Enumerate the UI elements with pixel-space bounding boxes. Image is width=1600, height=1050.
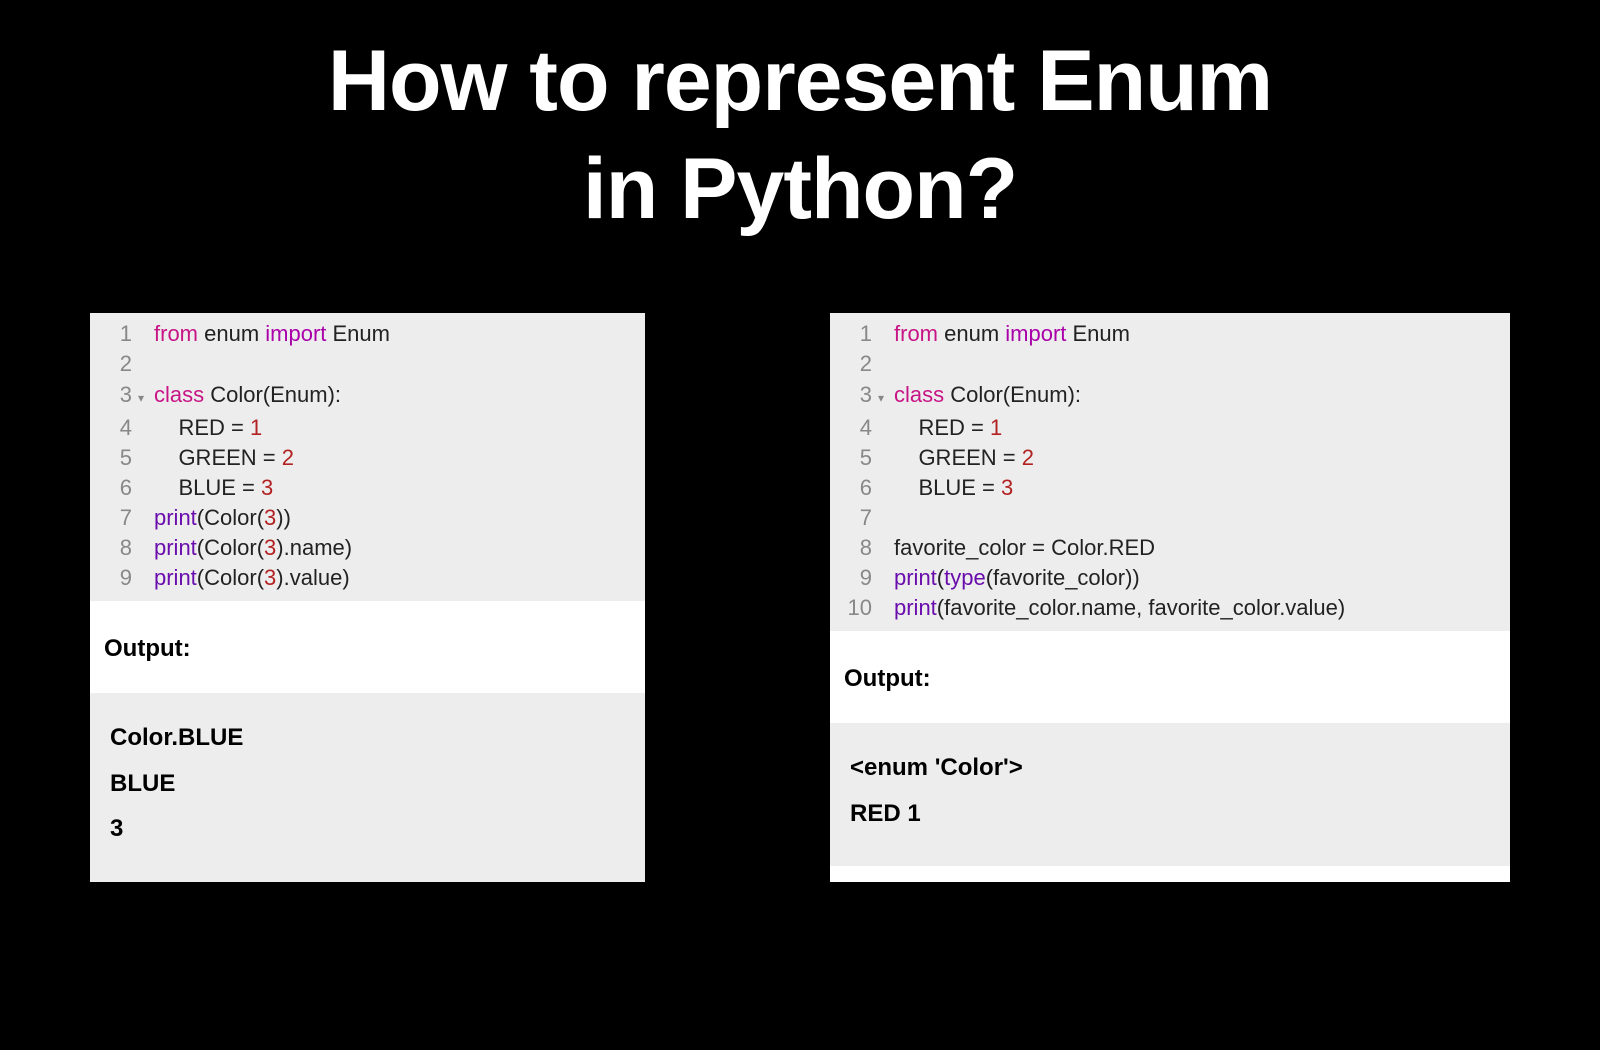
fold-icon: ▾ xyxy=(138,379,154,413)
code-text: print(Color(3).value) xyxy=(154,563,350,593)
code-line: 10 print(favorite_color.name, favorite_co… xyxy=(830,593,1510,623)
code-text: BLUE = 3 xyxy=(154,473,273,503)
code-line: 5 GREEN = 2 xyxy=(830,443,1510,473)
code-line: 6 BLUE = 3 xyxy=(830,473,1510,503)
fold-icon xyxy=(138,521,154,525)
code-text: favorite_color = Color.RED xyxy=(894,533,1155,563)
code-line: 3▾class Color(Enum): xyxy=(830,379,1510,413)
line-number: 7 xyxy=(830,503,878,533)
code-line: 4 RED = 1 xyxy=(90,413,645,443)
code-line: 6 BLUE = 3 xyxy=(90,473,645,503)
code-text: from enum import Enum xyxy=(154,319,390,349)
code-text: RED = 1 xyxy=(154,413,262,443)
line-number: 8 xyxy=(830,533,878,563)
line-number: 2 xyxy=(90,349,138,379)
code-line: 2 xyxy=(830,349,1510,379)
code-line: 9 print(Color(3).value) xyxy=(90,563,645,593)
line-number: 3 xyxy=(830,380,878,410)
code-text: class Color(Enum): xyxy=(894,380,1081,410)
fold-icon xyxy=(138,581,154,585)
code-text: RED = 1 xyxy=(894,413,1002,443)
output-box-right: <enum 'Color'>RED 1 xyxy=(830,723,1510,866)
code-line: 8 favorite_color = Color.RED xyxy=(830,533,1510,563)
fold-icon xyxy=(878,611,894,615)
code-line: 8 print(Color(3).name) xyxy=(90,533,645,563)
fold-icon xyxy=(878,367,894,371)
fold-icon xyxy=(138,431,154,435)
line-number: 5 xyxy=(830,443,878,473)
code-text: print(Color(3)) xyxy=(154,503,291,533)
code-block-left: 1 from enum import Enum 23▾class Color(Enu… xyxy=(90,313,645,601)
fold-icon xyxy=(878,551,894,555)
line-number: 4 xyxy=(90,413,138,443)
code-text: class Color(Enum): xyxy=(154,380,341,410)
fold-icon xyxy=(878,521,894,525)
fold-icon xyxy=(878,337,894,341)
output-line: BLUE xyxy=(110,761,625,807)
output-line: RED 1 xyxy=(850,791,1490,837)
code-text: GREEN = 2 xyxy=(894,443,1034,473)
line-number: 8 xyxy=(90,533,138,563)
fold-icon xyxy=(878,491,894,495)
line-number: 9 xyxy=(830,563,878,593)
fold-icon xyxy=(878,431,894,435)
code-line: 5 GREEN = 2 xyxy=(90,443,645,473)
fold-icon xyxy=(138,551,154,555)
code-text: BLUE = 3 xyxy=(894,473,1013,503)
code-block-right: 1 from enum import Enum 23▾class Color(Enu… xyxy=(830,313,1510,631)
fold-icon xyxy=(138,367,154,371)
code-line: 7 xyxy=(830,503,1510,533)
output-box-left: Color.BLUEBLUE3 xyxy=(90,693,645,882)
fold-icon xyxy=(878,461,894,465)
page-title: How to represent Enum in Python? xyxy=(0,0,1600,243)
fold-icon xyxy=(138,491,154,495)
line-number: 7 xyxy=(90,503,138,533)
line-number: 1 xyxy=(830,319,878,349)
code-panel-right: 1 from enum import Enum 23▾class Color(Enu… xyxy=(830,313,1510,882)
fold-icon xyxy=(138,337,154,341)
output-line: Color.BLUE xyxy=(110,715,625,761)
line-number: 1 xyxy=(90,319,138,349)
fold-icon: ▾ xyxy=(878,379,894,413)
code-text: from enum import Enum xyxy=(894,319,1130,349)
line-number: 10 xyxy=(830,593,878,623)
output-label-left: Output: xyxy=(90,601,645,693)
output-line: 3 xyxy=(110,806,625,852)
code-panel-left: 1from enum import Enum23▾class Color(Enu… xyxy=(90,313,645,882)
line-number: 3 xyxy=(90,380,138,410)
title-line-1: How to represent Enum xyxy=(0,28,1600,136)
code-text: GREEN = 2 xyxy=(154,443,294,473)
code-text: print(favorite_color.name, favorite_colo… xyxy=(894,593,1345,623)
title-line-2: in Python? xyxy=(0,136,1600,244)
code-text: print(Color(3).name) xyxy=(154,533,352,563)
line-number: 5 xyxy=(90,443,138,473)
code-line: 1 from enum import Enum xyxy=(830,319,1510,349)
line-number: 4 xyxy=(830,413,878,443)
fold-icon xyxy=(878,581,894,585)
code-line: 4 RED = 1 xyxy=(830,413,1510,443)
panels-row: 1from enum import Enum23▾class Color(Enu… xyxy=(0,313,1600,882)
line-number: 6 xyxy=(90,473,138,503)
code-line: 7 print(Color(3)) xyxy=(90,503,645,533)
code-line: 1 from enum import Enum xyxy=(90,319,645,349)
code-line: 9 print(type(favorite_color)) xyxy=(830,563,1510,593)
fold-icon xyxy=(138,461,154,465)
output-label-right: Output: xyxy=(830,631,1510,723)
code-text: print(type(favorite_color)) xyxy=(894,563,1140,593)
line-number: 9 xyxy=(90,563,138,593)
code-line: 2 xyxy=(90,349,645,379)
code-line: 3▾class Color(Enum): xyxy=(90,379,645,413)
output-line: <enum 'Color'> xyxy=(850,745,1490,791)
line-number: 2 xyxy=(830,349,878,379)
line-number: 6 xyxy=(830,473,878,503)
